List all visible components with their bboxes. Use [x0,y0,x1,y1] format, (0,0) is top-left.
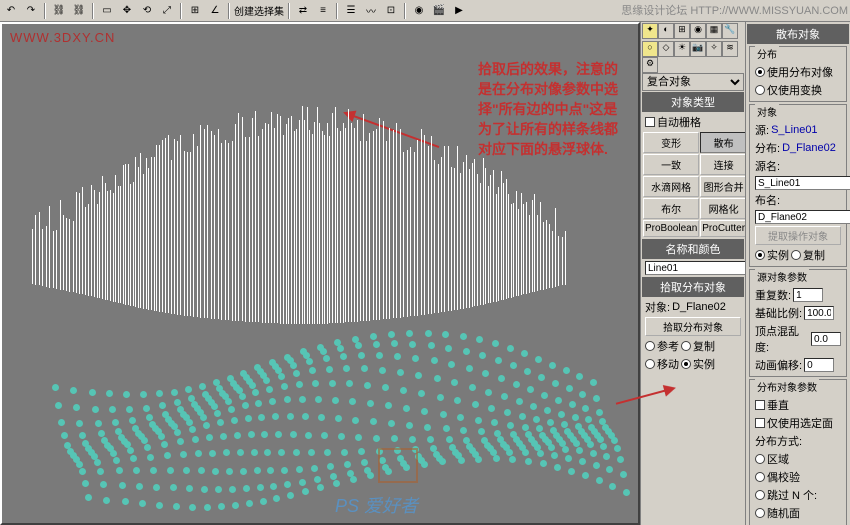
tab-create[interactable]: ✦ [642,23,658,39]
tool-unlink[interactable]: ⛓ [70,2,88,20]
btn-blobmesh[interactable]: 水滴网格 [643,176,699,197]
rollout-pick[interactable]: 拾取分布对象 [642,277,744,297]
autogrid-check[interactable] [645,117,655,127]
tool-rotate[interactable]: ⟲ [138,2,156,20]
radio-inst2[interactable] [755,250,765,260]
group-distribution: 分布 使用分布对像 仅使用变换 [749,46,847,102]
radio-skip[interactable] [755,490,765,500]
subcategory-tabs: ○ ◇ ☀ 📷 ✧ ≋ ⚙ [642,41,744,73]
btn-terrain[interactable]: 网格化 [700,198,745,219]
group-objects: 对象 源:S_Line01 分布:D_Flane02 源名: 布名: 提取操作对… [749,104,847,267]
sub-cameras[interactable]: 📷 [690,41,706,57]
base-input[interactable] [804,306,834,320]
sub-systems[interactable]: ⚙ [642,57,658,73]
btn-procutter[interactable]: ProCutter [700,220,745,237]
rollout-object-type[interactable]: 对象类型 [642,92,744,112]
tool-schematic[interactable]: ⊡ [382,2,400,20]
dup-input[interactable] [793,288,823,302]
site-watermark: WWW.3DXY.CN [10,30,115,45]
pick-dist-button[interactable]: 拾取分布对象 [645,317,741,336]
anim-input[interactable] [804,358,834,372]
tool-select[interactable]: ▭ [98,2,116,20]
radio-instance[interactable] [681,359,691,369]
btn-morph[interactable]: 变形 [643,132,699,153]
radio-even[interactable] [755,472,765,482]
tool-mirror[interactable]: ⇄ [294,2,312,20]
radio-move[interactable] [645,359,655,369]
btn-scatter[interactable]: 散布 [700,132,745,153]
command-panel: ✦ ◐ ⊞ ◉ ▦ 🔧 ○ ◇ ☀ 📷 ✧ ≋ ⚙ 复合对象 对象类型 自动栅格… [640,22,850,525]
tool-curve[interactable]: 〰 [362,2,380,20]
command-tabs: ✦ ◐ ⊞ ◉ ▦ 🔧 [642,23,744,39]
vert-input[interactable] [811,332,841,346]
tab-utilities[interactable]: 🔧 [722,23,738,39]
tool-align[interactable]: ≡ [314,2,332,20]
tab-display[interactable]: ▦ [706,23,722,39]
tool-render[interactable]: 🎬 [430,2,448,20]
radio-use-dist[interactable] [755,67,765,77]
autogrid-label: 自动栅格 [657,114,701,130]
tool-move[interactable]: ✥ [118,2,136,20]
sub-lights[interactable]: ☀ [674,41,690,57]
tool-redo[interactable]: ↷ [22,2,40,20]
distname-input[interactable] [755,210,850,224]
radio-rand[interactable] [755,508,765,518]
toolbar-text: 创建选择集 [234,3,284,18]
btn-shapemerge[interactable]: 图形合并 [700,176,745,197]
radio-copy[interactable] [681,341,691,351]
rollout-name-color[interactable]: 名称和颜色 [642,239,744,259]
object-type-grid: 变形 散布 一致 连接 水滴网格 图形合并 布尔 网格化 ProBoolean … [642,131,744,238]
sub-shapes[interactable]: ◇ [658,41,674,57]
object-name-input[interactable] [645,261,745,275]
ps-watermark: PS 爱好者 [335,492,418,518]
group-dist-params: 分布对象参数 垂直 仅使用选定面 分布方式: 区域 偶校验 跳过 N 个: 随机… [749,379,847,525]
sub-space[interactable]: ≋ [722,41,738,57]
tool-angle[interactable]: ∠ [206,2,224,20]
radio-use-trans[interactable] [755,85,765,95]
logo-watermark [378,448,418,483]
radio-area[interactable] [755,454,765,464]
forum-watermark: 思缘设计论坛 HTTP://WWW.MISSYUAN.COM [621,2,848,18]
tool-scale[interactable]: ⤢ [158,2,176,20]
scattered-dots [52,364,612,525]
btn-boolean[interactable]: 布尔 [643,198,699,219]
sub-geometry[interactable]: ○ [642,41,658,57]
tool-snap[interactable]: ⊞ [186,2,204,20]
btn-connect[interactable]: 连接 [700,154,745,175]
srcname-input[interactable] [755,176,850,190]
scattered-lines [32,104,592,344]
tab-motion[interactable]: ◉ [690,23,706,39]
tool-render2[interactable]: ▶ [450,2,468,20]
sub-helpers[interactable]: ✧ [706,41,722,57]
radio-reference[interactable] [645,341,655,351]
tool-link[interactable]: ⛓ [50,2,68,20]
radio-copy2[interactable] [791,250,801,260]
tab-modify[interactable]: ◐ [658,23,674,39]
viewport[interactable]: WWW.3DXY.CN 拾取后的效果，注意的是在分布对像参数中选择"所有边的中点… [0,22,640,525]
tab-hierarchy[interactable]: ⊞ [674,23,690,39]
check-selonly[interactable] [755,418,765,428]
extract-op-button: 提取操作对象 [755,226,841,245]
tool-undo[interactable]: ↶ [2,2,20,20]
category-dropdown[interactable]: 复合对象 [642,73,744,91]
group-source-params: 源对象参数 重复数: 基础比例: 顶点混乱度: 动画偏移: [749,269,847,377]
tool-layer[interactable]: ☰ [342,2,360,20]
rollout-scatter[interactable]: 散布对象 [747,24,849,44]
pick-obj-value: D_Flane02 [672,301,726,313]
btn-conform[interactable]: 一致 [643,154,699,175]
pick-obj-label: 对象: [645,299,670,315]
check-perp[interactable] [755,400,765,410]
btn-proboolean[interactable]: ProBoolean [643,220,699,237]
tool-material[interactable]: ◉ [410,2,428,20]
